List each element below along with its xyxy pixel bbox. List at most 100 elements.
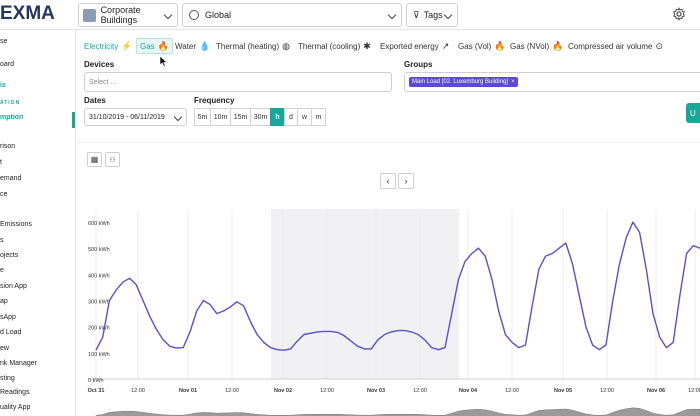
groups-label: Groups bbox=[404, 60, 433, 69]
sidebar-item[interactable]: t bbox=[0, 159, 2, 166]
app-logo: EXMA bbox=[0, 3, 55, 24]
date-range-value: 31/10/2019 - 06/11/2019 bbox=[89, 113, 165, 121]
tab-label: Water bbox=[175, 41, 197, 51]
x-tick-label: Oct 31 bbox=[88, 388, 105, 394]
tab-water[interactable]: Water 💧 bbox=[175, 38, 210, 54]
sidebar-item[interactable]: Readings bbox=[0, 389, 30, 396]
snowflake-icon: ✱ bbox=[363, 40, 371, 51]
active-indicator bbox=[72, 112, 75, 128]
sidebar-item[interactable]: is bbox=[0, 82, 6, 89]
sidebar-item[interactable]: sApp bbox=[0, 314, 16, 321]
frequency-label: Frequency bbox=[194, 96, 235, 105]
sidebar-item[interactable]: oard bbox=[0, 61, 14, 68]
x-tick-label: Nov 04 bbox=[459, 388, 478, 394]
scope-select-label: Global bbox=[205, 10, 232, 20]
frequency-option-30m[interactable]: 30m bbox=[250, 108, 271, 126]
group-tag-label: Main Load [02. Luxemburg Building] bbox=[412, 79, 509, 85]
tab-gas-nvol[interactable]: Gas (NVol) 🔥 bbox=[510, 38, 563, 54]
tab-gas[interactable]: Gas 🔥 bbox=[136, 38, 173, 54]
tab-label: Gas bbox=[140, 41, 155, 51]
frequency-option-m[interactable]: m bbox=[311, 108, 326, 126]
sidebar-item[interactable]: e bbox=[0, 267, 4, 274]
frequency-option-15m[interactable]: 15m bbox=[230, 108, 251, 126]
scope-select[interactable]: Global bbox=[182, 3, 402, 27]
frequency-option-d[interactable]: d bbox=[284, 108, 298, 126]
x-tick-label: 12:00 bbox=[505, 388, 519, 394]
y-tick-label: 200 kWh bbox=[88, 326, 110, 332]
x-tick-label: 12:00 bbox=[600, 388, 614, 394]
frequency-selector: 5m 10m 15m 30m h d w m bbox=[194, 108, 326, 126]
x-tick-label: 12:00 bbox=[688, 388, 700, 394]
tab-exported-energy[interactable]: Exported energy ↗ bbox=[380, 38, 449, 54]
tab-label: Gas (NVol) bbox=[510, 41, 550, 51]
tab-electricity[interactable]: Electricity ⚡ bbox=[84, 38, 132, 54]
frequency-option-5m[interactable]: 5m bbox=[194, 108, 211, 126]
sidebar-section-label: ATION bbox=[0, 100, 21, 106]
chevron-down-icon bbox=[443, 10, 453, 20]
frequency-option-h[interactable]: h bbox=[270, 108, 285, 126]
y-tick-label: 600 kWh bbox=[88, 221, 110, 227]
update-button[interactable]: U bbox=[686, 103, 700, 123]
y-tick-label: 0 kWh bbox=[88, 378, 104, 384]
sidebar-item[interactable]: Emissions bbox=[0, 221, 32, 228]
close-icon[interactable]: × bbox=[511, 79, 515, 85]
tab-thermal-cooling[interactable]: Thermal (cooling) ✱ bbox=[298, 38, 371, 54]
tab-label: Electricity bbox=[84, 41, 119, 51]
tab-gas-vol[interactable]: Gas (Vol) 🔥 bbox=[458, 38, 506, 54]
sidebar-item[interactable]: ojects bbox=[0, 252, 18, 259]
gear-icon[interactable] bbox=[672, 7, 686, 21]
chevron-down-icon bbox=[173, 112, 183, 122]
devices-label: Devices bbox=[84, 60, 115, 69]
building-icon bbox=[83, 8, 96, 22]
dates-label: Dates bbox=[84, 96, 106, 105]
sidebar-item[interactable]: emand bbox=[0, 175, 21, 182]
sidebar-item[interactable]: sion App bbox=[0, 283, 27, 290]
y-tick-label: 100 kWh bbox=[88, 352, 110, 358]
sidebar-item[interactable]: d Load bbox=[0, 329, 21, 336]
y-tick-label: 300 kWh bbox=[88, 300, 110, 306]
tags-filter[interactable]: ⊽ Tags bbox=[406, 3, 458, 27]
heat-icon: ◍ bbox=[282, 40, 290, 51]
sidebar-item[interactable]: ew bbox=[0, 345, 9, 352]
y-tick-label: 400 kWh bbox=[88, 273, 110, 279]
sidebar-item[interactable]: nk Manager bbox=[0, 360, 37, 367]
tab-thermal-heating[interactable]: Thermal (heating) ◍ bbox=[216, 38, 290, 54]
sidebar-item[interactable]: sting bbox=[0, 375, 15, 382]
tab-label: Exported energy bbox=[380, 41, 439, 51]
x-tick-label: Nov 02 bbox=[274, 388, 292, 394]
flame-icon: 🔥 bbox=[494, 40, 506, 51]
devices-input[interactable]: Select ... bbox=[84, 72, 392, 92]
filter-icon: ⊽ bbox=[413, 9, 420, 20]
frequency-option-10m[interactable]: 10m bbox=[210, 108, 231, 126]
tags-label: Tags bbox=[423, 10, 443, 20]
top-bar: EXMA Corporate Buildings Global ⊽ Tags bbox=[0, 0, 700, 30]
sidebar-item[interactable]: ce bbox=[0, 191, 7, 198]
drop-icon: 💧 bbox=[199, 40, 211, 51]
chevron-down-icon bbox=[387, 10, 397, 20]
x-tick-label: 12:00 bbox=[413, 388, 427, 394]
sidebar-item[interactable]: rison bbox=[0, 143, 15, 150]
tab-compressed-air-volume[interactable]: Compressed air volume ⊙ bbox=[568, 38, 663, 54]
plug-icon: ⚡ bbox=[121, 40, 133, 51]
sidebar-item[interactable]: uality App bbox=[0, 404, 30, 411]
devices-placeholder: Select ... bbox=[89, 78, 117, 86]
sidebar-item-consumption[interactable]: mption bbox=[0, 114, 23, 121]
chart-panel: ▦ ⚇ ‹ › 0 kWh 100 kWh 200 kWh 300 kWh 400 kW… bbox=[78, 142, 700, 416]
sidebar-item[interactable]: ap bbox=[0, 298, 8, 305]
flame-icon: 🔥 bbox=[552, 40, 564, 51]
weekend-shading bbox=[271, 209, 459, 379]
sidebar-item[interactable]: s bbox=[0, 237, 4, 244]
x-tick-label: Nov 05 bbox=[554, 388, 572, 394]
consumption-chart[interactable]: 0 kWh 100 kWh 200 kWh 300 kWh 400 kWh 500 kWh… bbox=[78, 143, 700, 416]
site-select[interactable]: Corporate Buildings bbox=[78, 3, 178, 27]
x-tick-label: Nov 03 bbox=[367, 388, 385, 394]
frequency-option-w[interactable]: w bbox=[297, 108, 312, 126]
x-tick-label: Nov 01 bbox=[179, 388, 197, 394]
date-range-input[interactable]: 31/10/2019 - 06/11/2019 bbox=[84, 108, 187, 126]
groups-input[interactable]: Main Load [02. Luxemburg Building] × bbox=[404, 72, 700, 92]
group-tag: Main Load [02. Luxemburg Building] × bbox=[409, 77, 518, 87]
x-tick-label: Nov 06 bbox=[647, 388, 665, 394]
export-icon: ↗ bbox=[441, 40, 450, 51]
sidebar-item[interactable]: se bbox=[0, 38, 7, 45]
tab-label: Thermal (cooling) bbox=[298, 41, 361, 51]
